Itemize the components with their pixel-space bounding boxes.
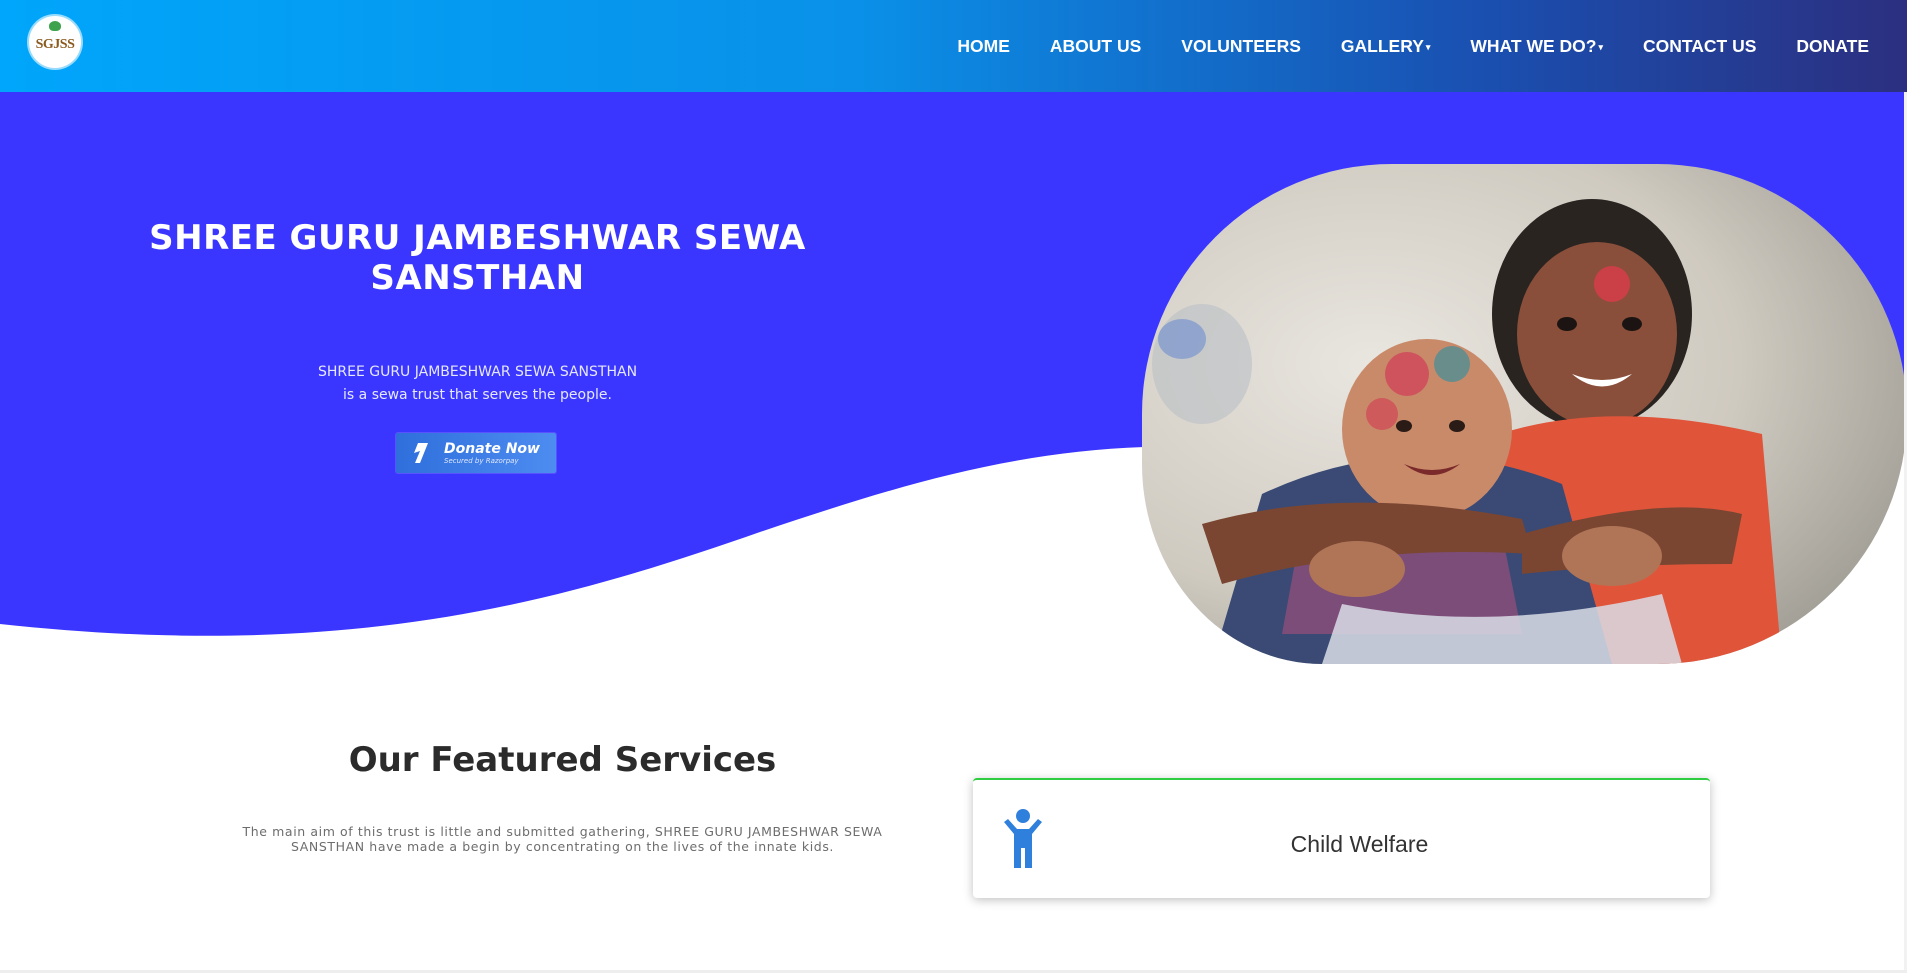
donate-secured-label: Secured by Razorpay (444, 456, 519, 465)
service-card-child-welfare[interactable]: Child Welfare (973, 778, 1710, 898)
logo-tree-icon (49, 21, 61, 31)
donate-now-label: Donate Now (444, 440, 540, 457)
nav-contact-us-label: CONTACT US (1642, 35, 1757, 56)
caret-down-icon: ▾ (1598, 41, 1603, 52)
nav-what-we-do-label: WHAT WE DO? (1470, 35, 1597, 56)
razorpay-icon (414, 443, 428, 463)
top-navbar: SGJSS HOME ABOUT US VOLUNTEERS GALLERY ▾ … (0, 0, 1907, 93)
children-holi-illustration (1142, 164, 1907, 664)
nav-what-we-do-dropdown[interactable]: WHAT WE DO? ▾ (1470, 36, 1603, 57)
featured-services-description: The main aim of this trust is little and… (242, 824, 883, 854)
site-logo[interactable]: SGJSS (29, 16, 81, 68)
caret-down-icon: ▾ (1425, 41, 1431, 52)
main-menu: HOME ABOUT US VOLUNTEERS GALLERY ▾ WHAT W… (917, 0, 1869, 92)
service-label: Child Welfare (1290, 831, 1429, 857)
hero-children-photo (1142, 164, 1907, 664)
nav-donate[interactable]: DONATE (1796, 36, 1869, 57)
nav-gallery-dropdown[interactable]: GALLERY ▾ (1341, 36, 1431, 57)
logo-text: SGJSS (35, 37, 75, 52)
nav-home-label: HOME (957, 35, 1010, 56)
nav-gallery-label: GALLERY (1340, 35, 1424, 56)
hero-title: SHREE GURU JAMBESHWAR SEWA SANSTHAN (149, 218, 806, 298)
nav-contact-us[interactable]: CONTACT US (1643, 36, 1756, 57)
nav-donate-label: DONATE (1796, 35, 1869, 56)
donate-now-button[interactable]: Donate Now Secured by Razorpay (396, 433, 556, 473)
hero-subtitle-line2: is a sewa trust that serves the people. (343, 387, 612, 403)
nav-about-us-label: ABOUT US (1049, 35, 1142, 56)
nav-about-us[interactable]: ABOUT US (1050, 36, 1141, 57)
nav-volunteers-label: VOLUNTEERS (1181, 35, 1301, 56)
hero-subtitle-line1: SHREE GURU JAMBESHWAR SEWA SANSTHAN (317, 364, 638, 380)
hero-subtitle: SHREE GURU JAMBESHWAR SEWA SANSTHAN is a… (250, 361, 705, 407)
nav-volunteers[interactable]: VOLUNTEERS (1181, 36, 1301, 57)
nav-home[interactable]: HOME (957, 36, 1010, 57)
featured-services-title: Our Featured Services (348, 740, 777, 780)
